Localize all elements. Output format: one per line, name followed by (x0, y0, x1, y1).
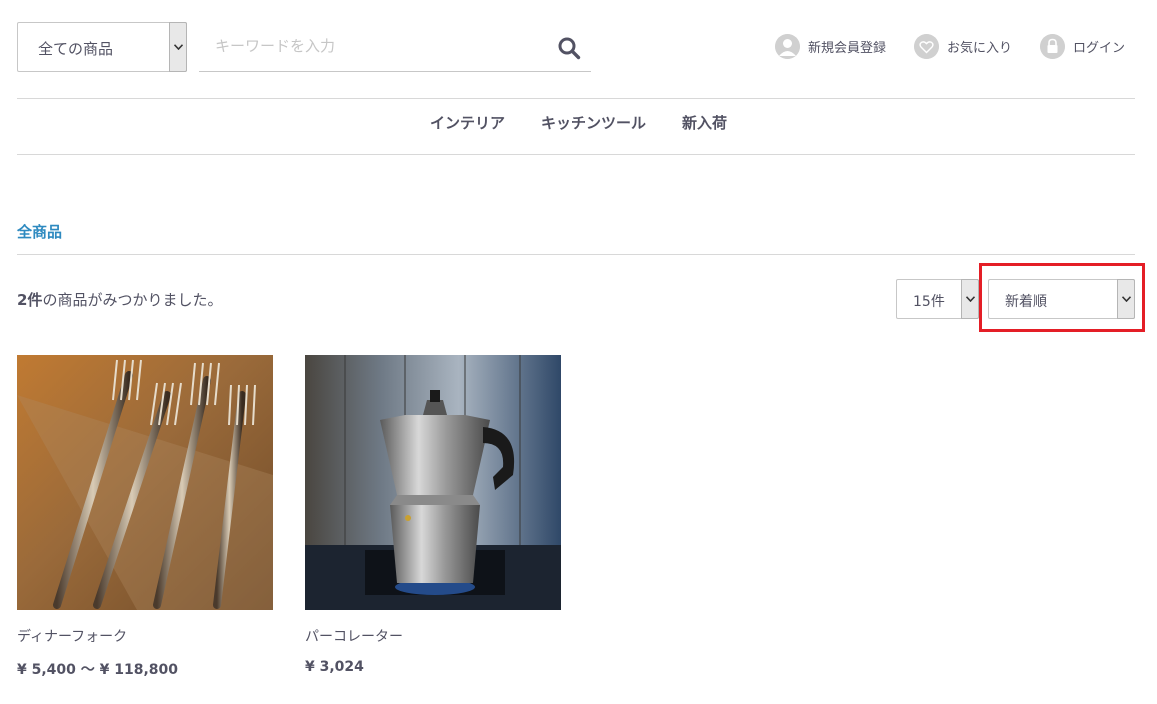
result-count-text: の商品がみつかりました。 (42, 291, 223, 309)
sort-highlight-box (979, 263, 1145, 332)
search-bar (199, 22, 591, 72)
search-input[interactable] (199, 22, 539, 70)
title-divider (17, 254, 1135, 255)
user-links: 新規会員登録 お気に入り ログイン (747, 34, 1125, 59)
user-icon (774, 34, 800, 59)
product-card[interactable]: パーコレーター ¥ 3,024 (305, 355, 561, 675)
product-name[interactable]: ディナーフォーク (17, 626, 273, 646)
heart-icon (913, 34, 939, 59)
favorites-link[interactable]: お気に入り (913, 34, 1012, 59)
nav-item-kitchen-tools[interactable]: キッチンツール (541, 112, 646, 133)
lock-icon (1039, 34, 1065, 59)
product-price: ¥ 5,400 ～ ¥ 118,800 (17, 662, 179, 678)
chevron-down-icon (961, 279, 979, 319)
per-page-value: 15件 (913, 294, 945, 310)
category-select-value: 全ての商品 (38, 40, 114, 58)
login-label: ログイン (1072, 41, 1125, 56)
register-label: 新規会員登録 (807, 41, 886, 56)
page-title: 全商品 (17, 223, 63, 241)
register-link[interactable]: 新規会員登録 (774, 34, 886, 59)
category-nav: インテリア キッチンツール 新入荷 (0, 112, 1157, 133)
product-card[interactable]: ディナーフォーク ¥ 5,400 ～ ¥ 118,800 (17, 355, 273, 679)
header-divider (17, 98, 1135, 99)
nav-item-interior[interactable]: インテリア (430, 112, 505, 133)
product-price: ¥ 3,024 (305, 659, 364, 675)
search-icon[interactable] (557, 36, 581, 60)
nav-divider (17, 154, 1135, 155)
product-image-percolator[interactable] (305, 355, 561, 610)
login-link[interactable]: ログイン (1039, 34, 1125, 59)
chevron-down-icon (169, 22, 187, 72)
result-count-number: 2件 (17, 291, 43, 309)
category-select[interactable]: 全ての商品 (17, 22, 187, 72)
product-image-forks[interactable] (17, 355, 273, 610)
favorites-label: お気に入り (946, 41, 1012, 56)
product-name[interactable]: パーコレーター (305, 626, 561, 646)
per-page-select[interactable]: 15件 (896, 279, 979, 319)
nav-item-new-arrivals[interactable]: 新入荷 (682, 112, 727, 133)
result-count: 2件の商品がみつかりました。 (17, 289, 222, 310)
